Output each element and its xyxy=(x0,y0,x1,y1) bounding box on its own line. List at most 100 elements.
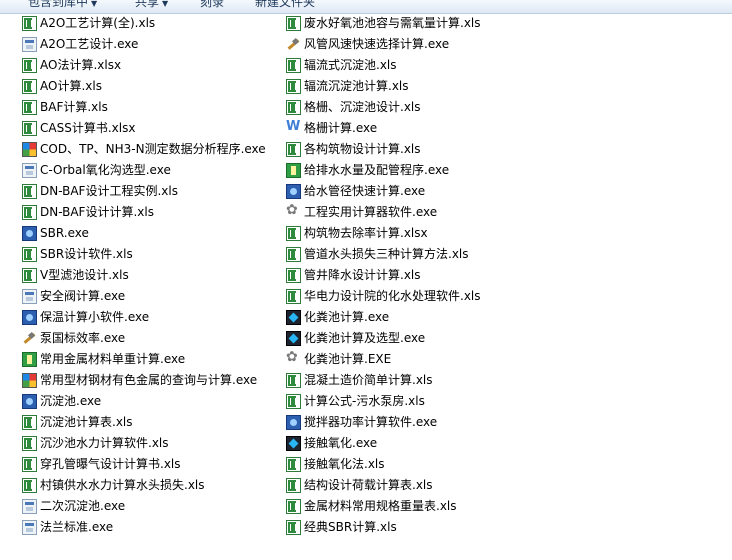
file-item[interactable]: C-Orbal氧化沟选型.exe xyxy=(22,160,171,181)
include-in-library-button[interactable]: 包含到库中 ▼ xyxy=(28,0,97,12)
file-item[interactable]: 化粪池计算及选型.exe xyxy=(286,328,425,349)
file-item[interactable]: 泵国标效率.exe xyxy=(22,328,125,349)
file-item[interactable]: 各构筑物设计计算.xls xyxy=(286,139,421,160)
file-item[interactable]: A2O工艺设计.exe xyxy=(22,34,138,55)
file-item[interactable]: 工程实用计算器软件.exe xyxy=(286,202,437,223)
excel-file-icon xyxy=(286,16,301,31)
excel-file-icon xyxy=(22,16,37,31)
file-item[interactable]: 管道水头损失三种计算方法.xls xyxy=(286,244,469,265)
file-item[interactable]: 构筑物去除率计算.xlsx xyxy=(286,223,428,244)
file-name: 风管风速快速选择计算.exe xyxy=(304,37,450,51)
excel-file-icon xyxy=(286,226,301,241)
file-item[interactable]: DN-BAF设计工程实例.xls xyxy=(22,181,178,202)
file-item[interactable]: 混凝土造价简单计算.xls xyxy=(286,370,433,391)
file-name: 格栅计算.exe xyxy=(304,121,378,135)
file-name: 辐流沉淀池计算.xls xyxy=(304,79,409,93)
burn-button[interactable]: 刻录 xyxy=(200,0,224,10)
excel-file-icon xyxy=(22,268,37,283)
file-name: 常用金属材料单重计算.exe xyxy=(40,352,186,366)
file-item[interactable]: 沉淀池.exe xyxy=(22,391,101,412)
file-item[interactable]: COD、TP、NH3-N测定数据分析程序.exe xyxy=(22,139,266,160)
excel-file-icon xyxy=(22,457,37,472)
command-bar: 包含到库中 ▼ 共享 ▼ 刻录 新建文件夹 xyxy=(0,0,732,14)
w-letter-icon xyxy=(286,119,301,136)
file-list: A2O工艺计算(全).xls A2O工艺设计.exe AO法计算.xlsx AO计算.… xyxy=(0,13,732,560)
file-item[interactable]: AO计算.xls xyxy=(22,76,102,97)
file-item[interactable]: 化粪池计算.EXE xyxy=(286,349,391,370)
file-item[interactable]: 沉淀池计算表.xls xyxy=(22,412,133,433)
excel-file-icon xyxy=(286,373,301,388)
file-item[interactable]: 接触氧化.exe xyxy=(286,433,377,454)
file-item[interactable]: 保温计算小软件.exe xyxy=(22,307,149,328)
file-item[interactable]: 辐流式沉淀池.xls xyxy=(286,55,397,76)
excel-file-icon xyxy=(286,289,301,304)
chevron-down-icon: ▼ xyxy=(162,0,169,8)
file-item[interactable]: 给排水水量及配管程序.exe xyxy=(286,160,449,181)
file-item[interactable]: AO法计算.xlsx xyxy=(22,55,121,76)
file-name: C-Orbal氧化沟选型.exe xyxy=(40,163,171,177)
file-name: CASS计算书.xlsx xyxy=(40,121,136,135)
file-item[interactable]: 格栅、沉淀池设计.xls xyxy=(286,97,421,118)
excel-file-icon xyxy=(286,79,301,94)
excel-file-icon xyxy=(286,394,301,409)
file-name: 管井降水设计计算.xls xyxy=(304,268,421,282)
colorful-application-icon xyxy=(22,373,37,388)
file-item[interactable]: 安全阀计算.exe xyxy=(22,286,125,307)
file-item[interactable]: SBR设计软件.xls xyxy=(22,244,133,265)
new-folder-button[interactable]: 新建文件夹 xyxy=(255,0,315,10)
file-item[interactable]: BAF计算.xls xyxy=(22,97,108,118)
file-item[interactable]: 法兰标准.exe xyxy=(22,517,113,538)
file-name: 搅拌器功率计算软件.exe xyxy=(304,415,438,429)
file-item[interactable]: SBR.exe xyxy=(22,223,89,244)
colorful-application-icon xyxy=(22,142,37,157)
file-item[interactable]: 搅拌器功率计算软件.exe xyxy=(286,412,437,433)
file-item[interactable]: 风管风速快速选择计算.exe xyxy=(286,34,449,55)
file-item[interactable]: 金属材料常用规格重量表.xls xyxy=(286,496,457,517)
excel-file-icon xyxy=(286,247,301,262)
file-item[interactable]: 村镇供水水力计算水头损失.xls xyxy=(22,475,205,496)
file-item[interactable]: 结构设计荷载计算表.xls xyxy=(286,475,433,496)
file-name: 混凝土造价简单计算.xls xyxy=(304,373,433,387)
file-name: SBR.exe xyxy=(40,226,89,240)
excel-file-icon xyxy=(22,184,37,199)
include-in-library-label: 包含到库中 xyxy=(28,0,89,9)
file-item[interactable]: DN-BAF设计计算.xls xyxy=(22,202,154,223)
file-item[interactable]: 华电力设计院的化水处理软件.xls xyxy=(286,286,481,307)
file-item[interactable]: 常用金属材料单重计算.exe xyxy=(22,349,185,370)
program-file-icon xyxy=(22,163,37,178)
file-item[interactable]: 接触氧化法.xls xyxy=(286,454,385,475)
share-button[interactable]: 共享 ▼ xyxy=(135,0,168,12)
file-name: 化粪池计算及选型.exe xyxy=(304,331,426,345)
file-item[interactable]: 沉沙池水力计算软件.xls xyxy=(22,433,169,454)
excel-file-icon xyxy=(22,79,37,94)
file-item[interactable]: A2O工艺计算(全).xls xyxy=(22,13,155,34)
file-item[interactable]: 给水管径快速计算.exe xyxy=(286,181,425,202)
file-name: 沉淀池.exe xyxy=(40,394,102,408)
file-name: DN-BAF设计计算.xls xyxy=(40,205,154,219)
file-item[interactable]: V型滤池设计.xls xyxy=(22,265,129,286)
file-name: 沉沙池水力计算软件.xls xyxy=(40,436,169,450)
file-item[interactable]: 格栅计算.exe xyxy=(286,118,377,139)
file-item[interactable]: 辐流沉淀池计算.xls xyxy=(286,76,409,97)
program-file-icon xyxy=(22,289,37,304)
file-item[interactable]: CASS计算书.xlsx xyxy=(22,118,135,139)
excel-file-icon xyxy=(22,58,37,73)
file-name: 结构设计荷载计算表.xls xyxy=(304,478,433,492)
file-item[interactable]: 废水好氧池池容与需氧量计算.xls xyxy=(286,13,481,34)
file-name: 沉淀池计算表.xls xyxy=(40,415,133,429)
file-name: 泵国标效率.exe xyxy=(40,331,126,345)
file-name: 化粪池计算.EXE xyxy=(304,352,392,366)
file-item[interactable]: 常用型材钢材有色金属的查询与计算.exe xyxy=(22,370,257,391)
file-name: 华电力设计院的化水处理软件.xls xyxy=(304,289,481,303)
file-name: COD、TP、NH3-N测定数据分析程序.exe xyxy=(40,142,266,156)
file-item[interactable]: 穿孔管曝气设计计算书.xls xyxy=(22,454,181,475)
file-item[interactable]: 经典SBR计算.xls xyxy=(286,517,397,538)
file-item[interactable]: 化粪池计算.exe xyxy=(286,307,389,328)
application-icon xyxy=(22,310,37,325)
file-item[interactable]: 二次沉淀池.exe xyxy=(22,496,125,517)
excel-file-icon xyxy=(286,58,301,73)
file-name: 各构筑物设计计算.xls xyxy=(304,142,421,156)
file-item[interactable]: 计算公式-污水泵房.xls xyxy=(286,391,425,412)
file-item[interactable]: 管井降水设计计算.xls xyxy=(286,265,421,286)
application-icon xyxy=(22,226,37,241)
